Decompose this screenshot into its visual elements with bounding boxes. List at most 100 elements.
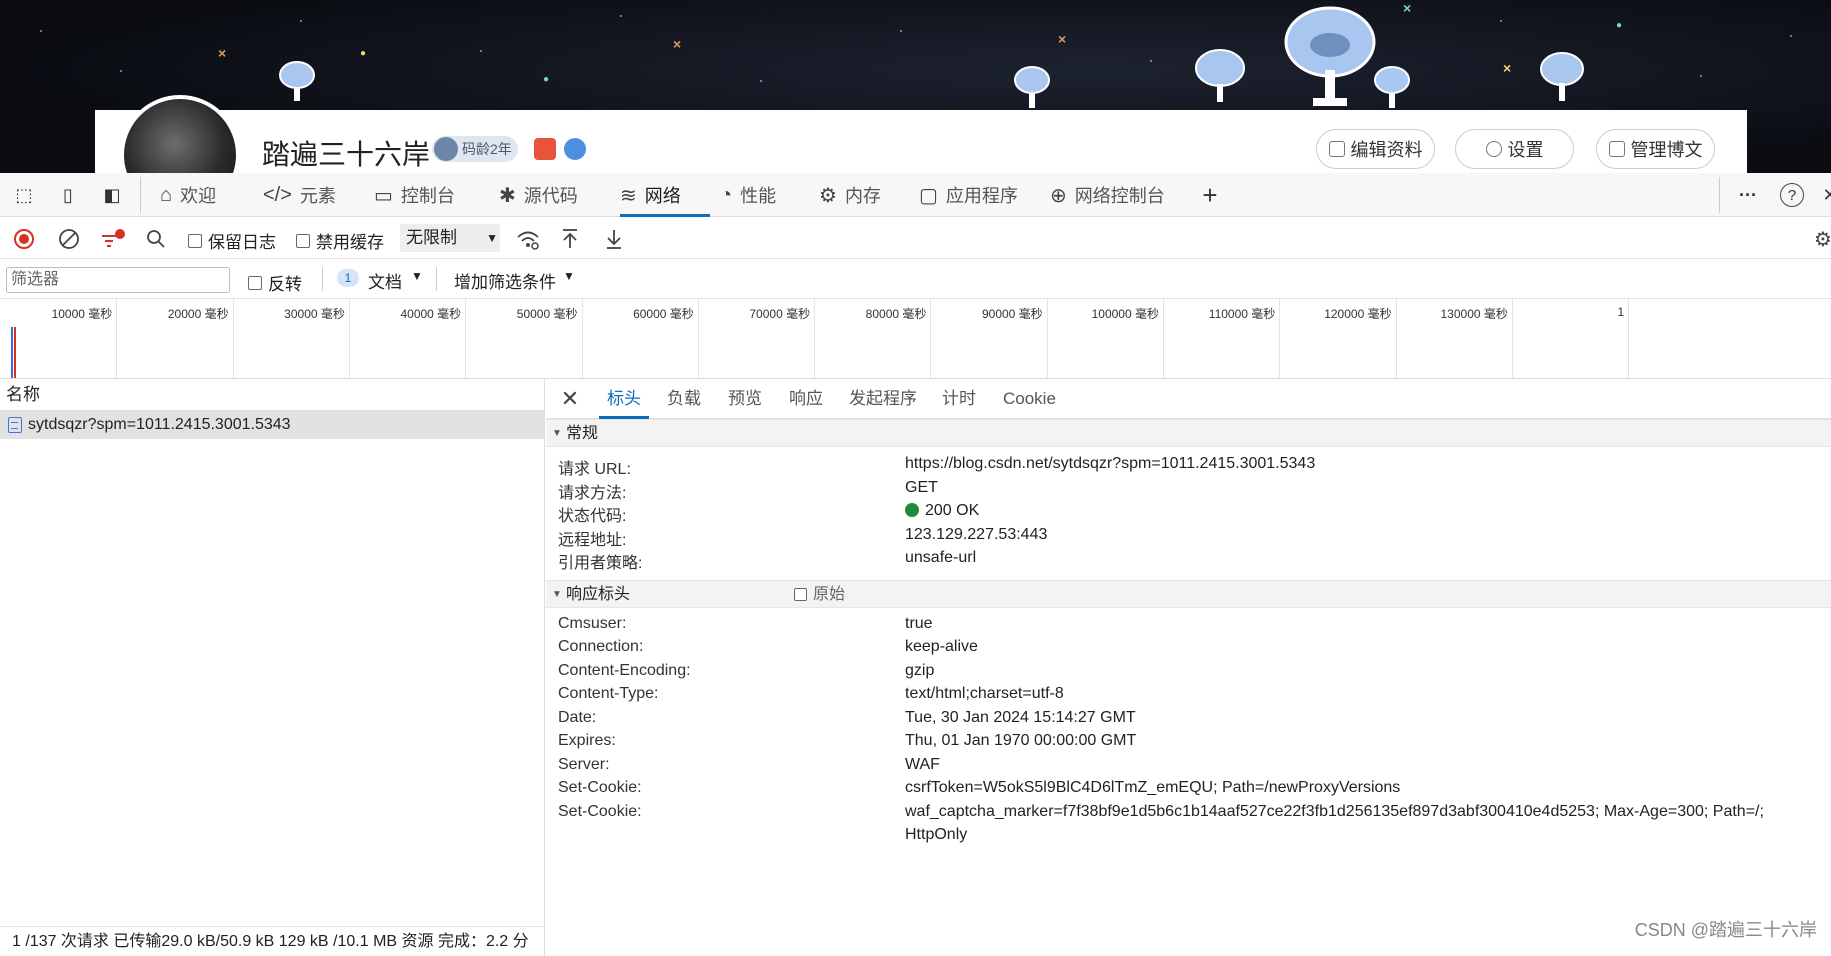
chevron-down-icon[interactable]: ▼ <box>411 269 423 283</box>
disable-cache-checkbox[interactable]: 禁用缓存 <box>296 228 384 253</box>
header-row[interactable]: 请求方法: GET <box>546 476 1831 502</box>
avatar[interactable] <box>120 95 240 173</box>
search-button[interactable] <box>143 226 169 252</box>
tab-response[interactable]: 响应 <box>789 379 823 419</box>
achievement-icon[interactable] <box>534 138 556 160</box>
device-emulation-icon[interactable]: ▯ <box>56 183 80 207</box>
header-row[interactable]: Set-Cookie: csrfToken=W5okS5l9BlC4D6lTmZ_… <box>546 776 1831 800</box>
sparkle-icon: ● <box>543 74 550 85</box>
tab-network[interactable]: ≋ 网络 <box>620 173 710 217</box>
column-header-name[interactable]: 名称 <box>0 379 544 411</box>
satellite-dish-icon <box>1284 6 1376 106</box>
chevron-down-icon[interactable]: ▼ <box>563 269 575 283</box>
more-filters-button[interactable]: 增加筛选条件 <box>454 268 556 293</box>
throttling-select[interactable]: 无限制 ▼ <box>400 224 500 252</box>
header-row[interactable]: HttpOnly <box>546 823 1831 847</box>
document-count-badge: 1 <box>337 269 359 287</box>
network-conditions-button[interactable] <box>515 226 541 252</box>
header-row[interactable]: 请求 URL: https://blog.csdn.net/sytdsqzr?sp… <box>546 452 1831 478</box>
checkbox-box[interactable] <box>248 275 262 290</box>
settings-button[interactable]: 设置 <box>1455 129 1574 169</box>
tab-network-console[interactable]: ⊕ 网络控制台 <box>1050 173 1165 217</box>
header-row[interactable]: 远程地址: 123.129.227.53:443 <box>546 523 1831 549</box>
header-row[interactable]: Content-Encoding: gzip <box>546 659 1831 683</box>
checkbox-box[interactable] <box>794 588 807 601</box>
checkbox-box[interactable] <box>296 233 310 248</box>
expand-triangle-icon: ▼ <box>552 588 562 600</box>
network-settings-button[interactable]: ⚙ <box>1810 226 1831 252</box>
header-row[interactable]: 引用者策略: unsafe-url <box>546 546 1831 572</box>
satellite-dish-icon <box>1540 52 1584 101</box>
add-tab-button[interactable]: + <box>1198 180 1222 210</box>
tab-preview[interactable]: 预览 <box>728 379 762 419</box>
username[interactable]: 踏遍三十六岸 <box>262 133 430 173</box>
manage-posts-label: 管理博文 <box>1630 140 1703 160</box>
tab-label: 欢迎 <box>180 186 217 206</box>
timeline-overview[interactable]: 10000 毫秒 20000 毫秒 30000 毫秒 40000 毫秒 50000 毫秒… <box>0 299 1831 379</box>
header-row[interactable]: Date: Tue, 30 Jan 2024 15:14:27 GMT <box>546 706 1831 730</box>
header-row[interactable]: Set-Cookie: waf_captcha_marker=f7f38bf9e1… <box>546 800 1831 824</box>
watermark: CSDN @踏遍三十六岸 <box>1634 920 1817 940</box>
tab-sources[interactable]: ✱ 源代码 <box>499 173 578 217</box>
header-row[interactable]: 状态代码: 200 OK <box>546 499 1831 525</box>
header-row[interactable]: Content-Type: text/html;charset=utf-8 <box>546 682 1831 706</box>
tab-initiator[interactable]: 发起程序 <box>849 379 917 419</box>
timeline-tick-label: 20000 毫秒 <box>167 307 229 321</box>
dock-side-icon[interactable]: ◧ <box>100 183 124 207</box>
import-har-button[interactable] <box>557 226 583 252</box>
load-event-marker <box>14 327 16 378</box>
tab-application[interactable]: ▢ 应用程序 <box>919 173 1018 217</box>
close-devtools-icon[interactable]: ✕ <box>1818 183 1831 207</box>
console-icon: ▭ <box>374 184 393 207</box>
divider <box>140 177 141 213</box>
filter-toggle-button[interactable] <box>100 226 126 252</box>
more-options-icon[interactable]: ··· <box>1736 183 1760 207</box>
tab-elements[interactable]: </> 元素 <box>263 173 336 217</box>
edit-profile-button[interactable]: 编辑资料 <box>1316 129 1435 169</box>
record-button[interactable] <box>11 226 37 252</box>
tab-performance[interactable]: ◔ 性能 <box>720 173 776 217</box>
header-value: Thu, 01 Jan 1970 00:00:00 GMT <box>905 732 1137 749</box>
timeline-tick-label: 80000 毫秒 <box>865 307 927 321</box>
timeline-tick-label: 1 <box>1617 305 1625 319</box>
timeline-tick-label: 40000 毫秒 <box>400 307 462 321</box>
response-headers-section-header[interactable]: ▼ 响应标头 原始 <box>546 579 1831 609</box>
resource-type-filter[interactable]: 文档 <box>368 268 402 293</box>
help-icon[interactable]: ? <box>1780 183 1804 207</box>
tab-console[interactable]: ▭ 控制台 <box>374 173 455 217</box>
section-title: 响应标头 <box>566 585 631 603</box>
timeline-gridline <box>465 299 467 378</box>
header-row[interactable]: Cmsuser: true <box>546 612 1831 636</box>
export-har-button[interactable] <box>601 226 627 252</box>
tab-payload[interactable]: 负载 <box>667 379 701 419</box>
tab-label: 源代码 <box>523 186 578 206</box>
tab-headers[interactable]: 标头 <box>599 379 649 419</box>
invert-checkbox[interactable]: 反转 <box>248 270 302 295</box>
tab-timing[interactable]: 计时 <box>942 379 976 419</box>
wifi-icon: ≋ <box>620 184 637 207</box>
general-section-header[interactable]: ▼ 常规 <box>546 419 1831 447</box>
invert-label: 反转 <box>268 275 302 294</box>
header-row[interactable]: Server: WAF <box>546 753 1831 777</box>
details-tab-bar: ✕ 标头 负载 预览 响应 发起程序 计时 Cookie <box>546 379 1831 419</box>
filter-input[interactable] <box>6 267 230 293</box>
clear-button[interactable] <box>56 226 82 252</box>
header-key: Server: <box>558 755 610 773</box>
header-value: text/html;charset=utf-8 <box>905 685 1064 702</box>
preserve-log-checkbox[interactable]: 保留日志 <box>188 228 276 253</box>
chip-icon: ⚙ <box>819 184 837 207</box>
close-icon[interactable]: ✕ <box>558 387 582 411</box>
star <box>40 30 42 32</box>
checkbox-box[interactable] <box>188 233 202 248</box>
achievement-icon[interactable] <box>564 138 586 160</box>
tab-cookies[interactable]: Cookie <box>1003 379 1056 419</box>
manage-posts-button[interactable]: 管理博文 <box>1596 129 1715 169</box>
header-row[interactable]: Expires: Thu, 01 Jan 1970 00:00:00 GMT <box>546 729 1831 753</box>
raw-headers-checkbox[interactable]: 原始 <box>794 581 845 609</box>
inspect-element-icon[interactable]: ⬚ <box>12 183 36 207</box>
request-row[interactable]: sytdsqzr?spm=1011.2415.3001.5343 <box>0 411 544 439</box>
header-row[interactable]: Connection: keep-alive <box>546 635 1831 659</box>
tab-memory[interactable]: ⚙ 内存 <box>819 173 881 217</box>
tab-welcome[interactable]: ⌂ 欢迎 <box>160 173 216 217</box>
timeline-gridline <box>1163 299 1164 378</box>
